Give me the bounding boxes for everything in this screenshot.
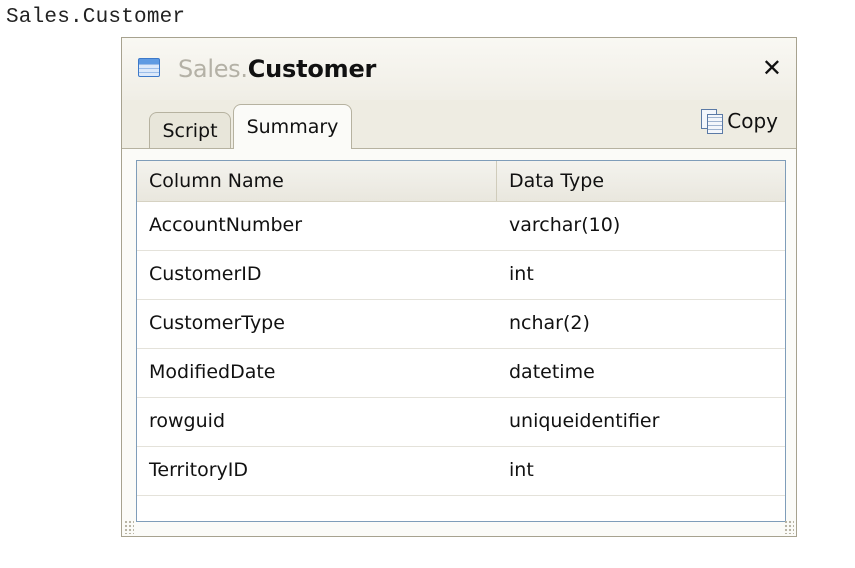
tab-script[interactable]: Script xyxy=(149,112,231,148)
column-name-cell: AccountNumber xyxy=(149,214,303,236)
table-icon xyxy=(138,58,160,77)
copy-label: Copy xyxy=(727,109,778,133)
table-row[interactable]: CustomerID int xyxy=(137,251,785,300)
summary-panel: Column Name Data Type AccountNumber varc… xyxy=(122,148,796,536)
column-name-cell: CustomerType xyxy=(149,312,285,334)
column-header-type[interactable]: Data Type xyxy=(497,161,785,201)
column-header-name[interactable]: Column Name xyxy=(137,161,497,201)
table-row[interactable]: CustomerType nchar(2) xyxy=(137,300,785,349)
column-name-cell: TerritoryID xyxy=(149,459,248,481)
table-name: Customer xyxy=(247,55,377,83)
window-title: Sales.Customer xyxy=(178,54,376,84)
data-type-cell: uniqueidentifier xyxy=(509,410,660,432)
column-name-cell: rowguid xyxy=(149,410,225,432)
close-icon[interactable]: ✕ xyxy=(762,54,782,82)
table-row[interactable]: AccountNumber varchar(10) xyxy=(137,202,785,251)
data-type-cell: varchar(10) xyxy=(509,214,621,236)
columns-grid: Column Name Data Type AccountNumber varc… xyxy=(136,160,786,522)
tab-summary[interactable]: Summary xyxy=(233,104,352,149)
column-name-cell: ModifiedDate xyxy=(149,361,276,383)
data-type-cell: datetime xyxy=(509,361,595,383)
copy-icon xyxy=(699,108,724,134)
grid-header: Column Name Data Type xyxy=(137,161,785,202)
table-row[interactable]: rowguid uniqueidentifier xyxy=(137,398,785,447)
column-name-cell: CustomerID xyxy=(149,263,262,285)
data-type-cell: int xyxy=(509,263,534,285)
copy-button[interactable]: Copy xyxy=(699,104,778,138)
title-bar: Sales.Customer ✕ xyxy=(122,38,796,100)
table-row[interactable]: ModifiedDate datetime xyxy=(137,349,785,398)
resize-grip-left[interactable] xyxy=(124,520,134,534)
page-caption: Sales.Customer xyxy=(6,6,186,29)
table-row[interactable]: TerritoryID int xyxy=(137,447,785,496)
schema-name: Sales. xyxy=(178,55,248,83)
data-type-cell: nchar(2) xyxy=(509,312,590,334)
resize-grip[interactable] xyxy=(784,520,794,534)
data-type-cell: int xyxy=(509,459,534,481)
table-summary-window: Sales.Customer ✕ Script Summary Copy Col… xyxy=(121,37,797,537)
